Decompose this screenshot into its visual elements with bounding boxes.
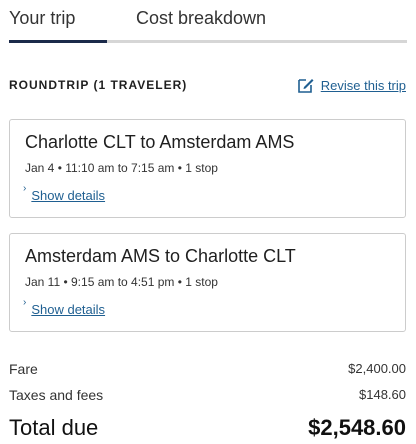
show-details-link[interactable]: › Show details bbox=[23, 183, 105, 204]
edit-icon bbox=[297, 79, 314, 93]
flight-route: Charlotte CLT to Amsterdam AMS bbox=[25, 132, 295, 152]
flight-card-outbound: Charlotte CLT to Amsterdam AMS Jan 4 • 1… bbox=[9, 119, 406, 218]
tab-your-trip[interactable]: Your trip bbox=[9, 8, 75, 29]
tab-cost-breakdown[interactable]: Cost breakdown bbox=[136, 8, 266, 29]
revise-trip-link[interactable]: Revise this trip bbox=[297, 76, 406, 94]
fare-value: $2,400.00 bbox=[348, 361, 406, 376]
revise-trip-label[interactable]: Revise this trip bbox=[321, 78, 406, 93]
taxes-row: Taxes and fees $148.60 bbox=[9, 387, 406, 405]
fare-row: Fare $2,400.00 bbox=[9, 361, 406, 379]
flight-meta: Jan 4 • 11:10 am to 7:15 am • 1 stop bbox=[25, 161, 218, 175]
total-row: Total due $2,548.60 bbox=[9, 415, 406, 443]
tab-active-indicator bbox=[9, 40, 107, 43]
fare-label: Fare bbox=[9, 361, 38, 377]
roundtrip-heading: ROUNDTRIP (1 TRAVELER) bbox=[9, 78, 188, 92]
show-details-label[interactable]: Show details bbox=[31, 302, 105, 317]
total-label: Total due bbox=[9, 415, 99, 440]
chevron-right-icon: › bbox=[23, 297, 27, 308]
show-details-label[interactable]: Show details bbox=[31, 188, 105, 203]
taxes-value: $148.60 bbox=[359, 387, 406, 402]
flight-card-return: Amsterdam AMS to Charlotte CLT Jan 11 • … bbox=[9, 233, 406, 332]
tab-bar: Your trip Cost breakdown bbox=[0, 0, 416, 44]
show-details-link[interactable]: › Show details bbox=[23, 297, 105, 318]
flight-route: Amsterdam AMS to Charlotte CLT bbox=[25, 246, 296, 266]
trip-header: ROUNDTRIP (1 TRAVELER) Revise this trip bbox=[9, 78, 407, 98]
flight-meta: Jan 11 • 9:15 am to 4:51 pm • 1 stop bbox=[25, 275, 218, 289]
taxes-label: Taxes and fees bbox=[9, 387, 104, 403]
chevron-right-icon: › bbox=[23, 183, 27, 194]
total-value: $2,548.60 bbox=[308, 415, 406, 440]
